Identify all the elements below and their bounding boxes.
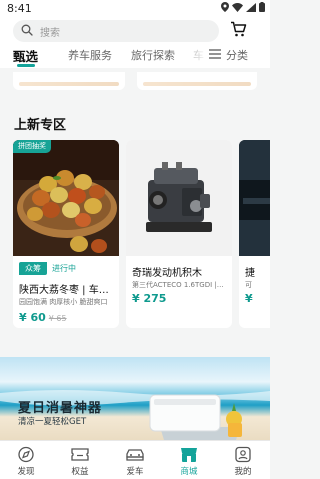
nav-label: 权益 bbox=[71, 467, 89, 477]
product-subtitle: 可 bbox=[245, 281, 252, 289]
nav-shop[interactable]: 商城 bbox=[169, 444, 209, 478]
nav-benefits[interactable]: 权益 bbox=[60, 444, 100, 478]
compass-icon bbox=[18, 446, 34, 463]
status-icons bbox=[221, 2, 265, 12]
tab-car-service[interactable]: 养车服务 bbox=[68, 47, 112, 63]
product-card[interactable]: 捷 可 ¥ bbox=[239, 140, 270, 328]
shop-icon bbox=[181, 448, 197, 462]
product-image bbox=[126, 140, 232, 256]
search-icon bbox=[21, 24, 33, 36]
banner-subtitle: 清凉一夏轻松GET bbox=[18, 417, 87, 427]
category-button[interactable]: 分类 bbox=[226, 47, 248, 63]
engine-model-photo bbox=[126, 140, 232, 256]
original-price: ¥ 65 bbox=[48, 314, 67, 323]
cart-icon[interactable] bbox=[230, 21, 247, 37]
current-price: ¥ 60 bbox=[19, 311, 46, 324]
banner-title: 夏日消暑神器 bbox=[18, 401, 103, 416]
nav-label: 发现 bbox=[17, 467, 35, 477]
product-price: ¥ 60 ¥ 65 bbox=[19, 311, 67, 324]
current-price: ¥ 275 bbox=[132, 292, 167, 305]
menu-icon[interactable] bbox=[209, 49, 221, 59]
crowdfunding-badge: 众筹 bbox=[19, 262, 47, 275]
car-photo bbox=[239, 140, 270, 256]
previous-card[interactable] bbox=[13, 72, 125, 90]
tab-fade bbox=[170, 46, 208, 68]
signal-icon bbox=[246, 2, 256, 12]
product-subtitle: 第三代ACTECO 1.6TGDI |… bbox=[132, 281, 224, 289]
status-time: 8:41 bbox=[7, 2, 32, 15]
tab-travel[interactable]: 旅行探索 bbox=[131, 47, 175, 63]
coupon-icon bbox=[71, 448, 89, 461]
product-price: ¥ bbox=[245, 292, 253, 305]
category-tabs: 甄选 养车服务 旅行探索 车 分类 bbox=[0, 46, 270, 68]
nav-my-car[interactable]: 爱车 bbox=[115, 444, 155, 478]
search-input[interactable]: 搜索 bbox=[13, 20, 219, 42]
status-bar: 8:41 bbox=[0, 0, 270, 17]
product-subtitle: 园园饱满 肉厚核小 脆甜爽口 bbox=[19, 298, 108, 306]
previous-card[interactable] bbox=[137, 72, 257, 90]
promo-banner[interactable]: 夏日消暑神器 清凉一夏轻松GET bbox=[0, 357, 270, 440]
car-icon bbox=[126, 449, 144, 461]
nav-profile[interactable]: 我的 bbox=[223, 444, 263, 478]
nav-label: 爱车 bbox=[126, 467, 144, 477]
product-card[interactable]: 拼团抽奖 众筹 进行中 陕西大荔冬枣 | 车… 园园饱满 肉厚核小 脆甜爽口 ¥… bbox=[13, 140, 119, 328]
group-lottery-tag: 拼团抽奖 bbox=[13, 140, 51, 153]
battery-icon bbox=[259, 2, 265, 12]
current-price: ¥ bbox=[245, 292, 253, 305]
location-icon bbox=[221, 2, 229, 12]
nav-discover[interactable]: 发现 bbox=[6, 444, 46, 478]
wifi-icon bbox=[232, 2, 243, 12]
product-card[interactable]: 奇瑞发动机积木 第三代ACTECO 1.6TGDI |… ¥ 275 bbox=[126, 140, 232, 328]
badge-row: 众筹 进行中 bbox=[19, 262, 76, 275]
status-label: 进行中 bbox=[52, 264, 76, 273]
product-title: 奇瑞发动机积木 bbox=[132, 268, 202, 279]
product-image: 拼团抽奖 bbox=[13, 140, 119, 256]
search-placeholder: 搜索 bbox=[40, 28, 60, 39]
header: 搜索 甄选 养车服务 旅行探索 车 分类 bbox=[0, 17, 270, 68]
nav-label: 商城 bbox=[180, 467, 198, 477]
product-title: 捷 bbox=[245, 268, 255, 279]
product-price: ¥ 275 bbox=[132, 292, 166, 305]
nav-label: 我的 bbox=[234, 467, 252, 477]
bottom-nav: 发现 权益 爱车 商城 我的 bbox=[0, 440, 270, 479]
section-title: 上新专区 bbox=[14, 118, 67, 133]
product-title: 陕西大荔冬枣 | 车… bbox=[19, 285, 109, 296]
tab-featured[interactable]: 甄选 bbox=[13, 46, 38, 65]
jujube-photo bbox=[13, 140, 119, 256]
product-image bbox=[239, 140, 270, 256]
tab-active-indicator bbox=[17, 64, 35, 67]
profile-icon bbox=[235, 446, 251, 463]
